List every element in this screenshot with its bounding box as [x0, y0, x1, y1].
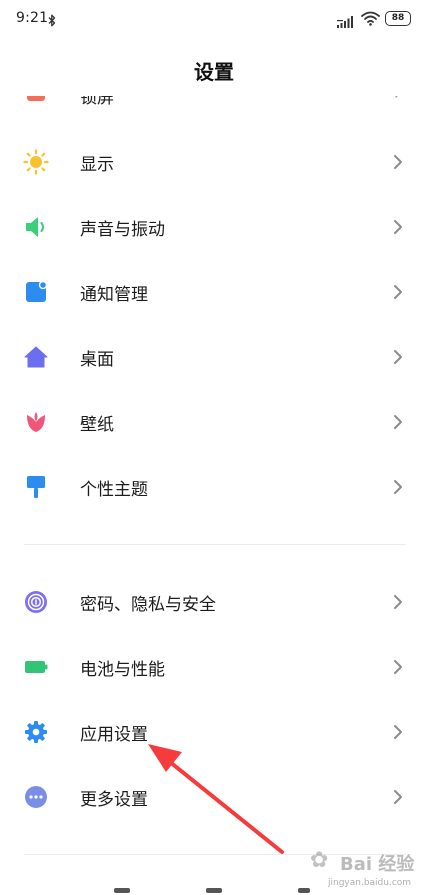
list-item-label: 锁屏 [80, 96, 114, 106]
page-title: 设置 [194, 60, 234, 84]
settings-item-label: 桌面 [80, 350, 114, 370]
more-icon [22, 784, 50, 810]
watermark-brand: Bai 经验 [340, 854, 415, 875]
chevron-right-icon [392, 478, 404, 496]
chevron-right-icon [392, 283, 404, 301]
settings-item-sound[interactable]: 声音与振动 [0, 199, 428, 255]
bottom-nav-bar [0, 884, 428, 895]
lock-screen-icon [27, 96, 45, 101]
notification-icon [22, 279, 50, 305]
chevron-right-icon [392, 348, 404, 366]
chevron-right-icon [392, 153, 404, 171]
brightness-icon [22, 149, 50, 175]
signal-icon [337, 13, 355, 32]
gear-icon [22, 719, 50, 745]
settings-item-wallpaper[interactable]: 壁纸 [0, 394, 428, 450]
chevron-right-icon: › [394, 96, 401, 104]
nav-back-button[interactable] [298, 888, 310, 893]
bluetooth-icon [48, 12, 56, 31]
section-divider [24, 544, 406, 545]
settings-item-label: 个性主题 [80, 480, 148, 500]
paw-icon: ✿ [310, 848, 329, 873]
paint-brush-icon [22, 474, 50, 500]
settings-item-notifications[interactable]: 通知管理 [0, 264, 428, 320]
chevron-right-icon [392, 788, 404, 806]
settings-item-label: 显示 [80, 155, 114, 175]
wifi-icon [361, 11, 380, 30]
battery-icon [22, 654, 50, 680]
status-time: 9:21 [16, 10, 49, 26]
settings-item-label: 电池与性能 [80, 660, 165, 680]
home-icon [22, 344, 50, 370]
settings-item-display[interactable]: 显示 [0, 134, 428, 190]
chevron-right-icon [392, 723, 404, 741]
settings-item-label: 更多设置 [80, 790, 148, 810]
settings-item-more[interactable]: 更多设置 [0, 769, 428, 825]
nav-menu-button[interactable] [114, 888, 130, 893]
settings-item-label: 通知管理 [80, 285, 148, 305]
settings-item-battery[interactable]: 电池与性能 [0, 639, 428, 695]
speaker-icon [22, 214, 50, 240]
battery-level: 88 [391, 13, 405, 23]
status-bar: 9:21 88 [0, 0, 428, 40]
chevron-right-icon [392, 658, 404, 676]
chevron-right-icon [392, 593, 404, 611]
list-item-lock-screen-partial[interactable]: 锁屏 › [0, 96, 428, 106]
chevron-right-icon [392, 218, 404, 236]
settings-item-apps[interactable]: 应用设置 [0, 704, 428, 760]
settings-item-label: 声音与振动 [80, 220, 165, 240]
chevron-right-icon [392, 413, 404, 431]
tulip-icon [22, 409, 50, 435]
nav-home-button[interactable] [206, 888, 222, 893]
battery-status-icon: 88 [385, 11, 411, 26]
settings-item-label: 壁纸 [80, 415, 114, 435]
settings-item-label: 应用设置 [80, 725, 148, 745]
settings-item-privacy[interactable]: 密码、隐私与安全 [0, 574, 428, 630]
fingerprint-icon [22, 589, 50, 615]
settings-item-themes[interactable]: 个性主题 [0, 459, 428, 515]
settings-item-desktop[interactable]: 桌面 [0, 329, 428, 385]
settings-item-label: 密码、隐私与安全 [80, 595, 216, 615]
